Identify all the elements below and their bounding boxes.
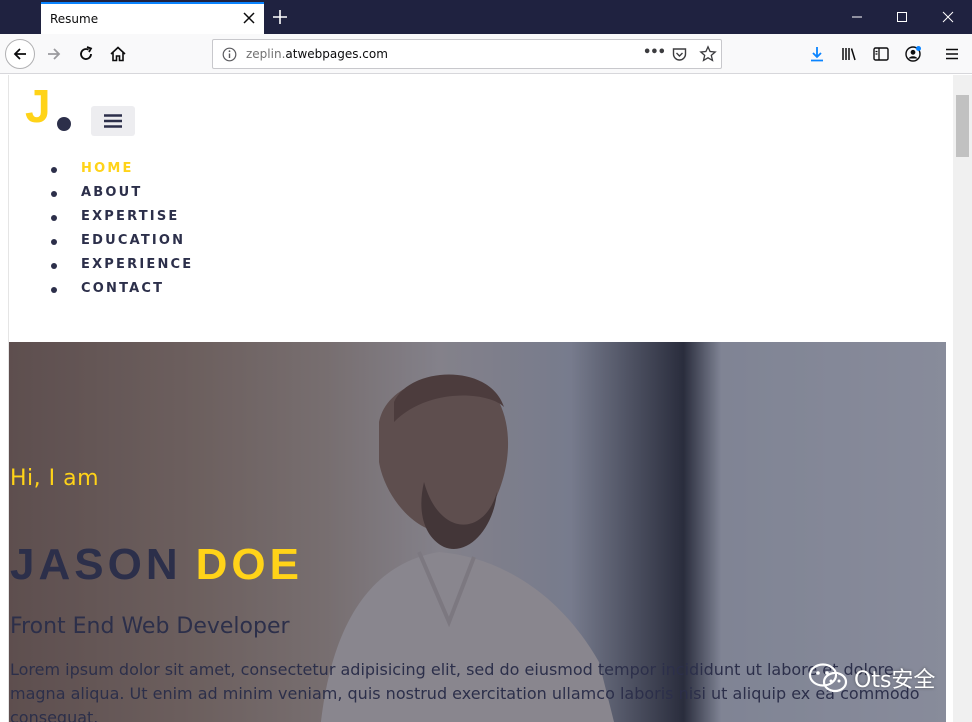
nav-link-home[interactable]: HOME <box>81 161 134 176</box>
nav-link-expertise[interactable]: EXPERTISE <box>81 209 180 224</box>
wechat-icon <box>808 663 848 693</box>
minimize-icon[interactable] <box>847 7 867 27</box>
reload-button[interactable] <box>73 41 99 67</box>
tab-title: Resume <box>50 12 99 26</box>
page-scrollbar[interactable] <box>953 75 972 722</box>
forward-button[interactable] <box>41 41 67 67</box>
hamburger-icon <box>104 114 122 128</box>
hero-section: Hi, I am JASON DOE Front End Web Develope… <box>9 342 946 722</box>
library-icon <box>842 48 856 61</box>
home-button[interactable] <box>105 41 131 67</box>
sidebar-icon <box>873 47 889 61</box>
logo-dot <box>57 117 71 131</box>
home-icon <box>110 46 126 62</box>
forward-arrow-icon <box>48 48 61 60</box>
library-button[interactable] <box>836 41 862 67</box>
hero-last-name: DOE <box>195 540 303 589</box>
back-button[interactable] <box>5 39 35 69</box>
hero-first-name: JASON <box>10 540 182 589</box>
browser-tab[interactable]: Resume <box>41 2 264 34</box>
site-info-icon[interactable] <box>222 47 237 62</box>
scrollbar-thumb[interactable] <box>956 95 969 157</box>
url-bar[interactable]: zeplin.atwebpages.com ••• <box>212 39 722 69</box>
nav-link-experience[interactable]: EXPERIENCE <box>81 257 193 272</box>
url-subdomain: zeplin. <box>246 47 286 61</box>
account-icon <box>905 46 921 62</box>
close-window-icon[interactable] <box>938 7 958 27</box>
nav-link-contact[interactable]: CONTACT <box>81 281 164 296</box>
nav-link-education[interactable]: EDUCATION <box>81 233 185 248</box>
nav-bullet <box>51 191 57 197</box>
site-logo[interactable]: J <box>25 83 51 129</box>
account-button[interactable] <box>900 41 926 67</box>
page-left-edge <box>0 75 9 722</box>
back-arrow-icon <box>13 48 26 60</box>
nav-bullet <box>51 287 57 293</box>
sidebar-button[interactable] <box>868 41 894 67</box>
nav-bullet <box>51 215 57 221</box>
close-tab-icon[interactable] <box>242 11 256 25</box>
nav-bullet <box>51 239 57 245</box>
url-text: zeplin.atwebpages.com <box>246 47 388 61</box>
browser-toolbar: zeplin.atwebpages.com ••• <box>0 34 972 74</box>
new-tab-icon[interactable] <box>272 9 288 25</box>
watermark: Ots安全 <box>808 662 935 694</box>
bookmark-star-icon[interactable] <box>699 45 717 63</box>
page-actions-icon[interactable]: ••• <box>643 45 666 60</box>
maximize-icon[interactable] <box>892 7 912 27</box>
download-icon <box>811 47 823 62</box>
nav-bullet <box>51 167 57 173</box>
nav-link-about[interactable]: ABOUT <box>81 185 142 200</box>
nav-bullet <box>51 263 57 269</box>
menu-button[interactable] <box>939 41 965 67</box>
nav-toggle-button[interactable] <box>91 106 135 136</box>
hero-name: JASON DOE <box>10 540 303 590</box>
downloads-button[interactable] <box>804 41 830 67</box>
url-host: atwebpages.com <box>285 47 388 61</box>
hero-role: Front End Web Developer <box>10 614 290 639</box>
page-viewport: J HOME ABOUT EXPERTISE EDUCATION EXPERIE… <box>9 75 946 722</box>
hero-paragraph: Lorem ipsum dolor sit amet, consectetur … <box>10 660 920 722</box>
hamburger-menu-icon <box>946 48 958 60</box>
browser-titlebar: Resume <box>0 0 972 34</box>
pocket-icon[interactable] <box>671 46 688 63</box>
hero-greeting: Hi, I am <box>10 466 100 491</box>
watermark-text: Ots安全 <box>854 668 936 693</box>
reload-icon <box>80 46 93 60</box>
